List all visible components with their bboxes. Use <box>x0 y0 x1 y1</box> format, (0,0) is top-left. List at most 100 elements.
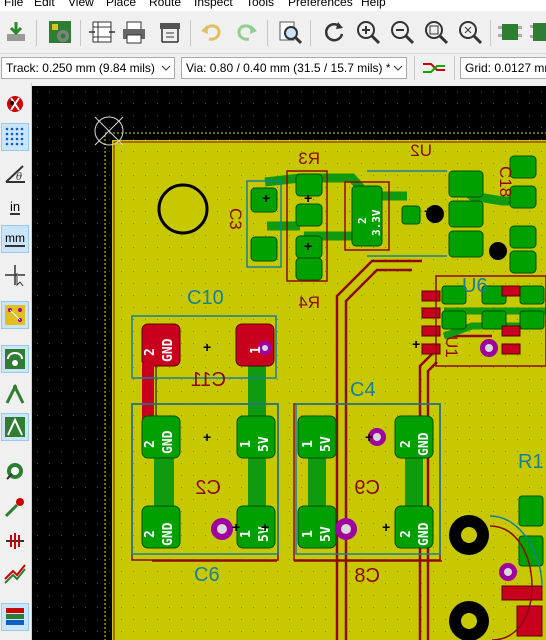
pad-label: GND <box>417 432 432 456</box>
track-width-value: Track: 0.250 mm (9.84 mils) * <box>6 61 163 75</box>
svg-text:+: + <box>382 519 390 535</box>
redo-icon[interactable] <box>232 18 260 46</box>
grid-icon[interactable] <box>1 123 29 151</box>
left-toolbar: θ in mm <box>0 83 32 640</box>
pad-label: 1 <box>239 530 254 538</box>
menu-inspect[interactable]: Inspect <box>194 0 233 9</box>
pad-label: 1 <box>301 440 316 448</box>
zoom-in-icon[interactable] <box>354 18 382 46</box>
zoom-fit-icon[interactable] <box>422 18 450 46</box>
plot-icon[interactable] <box>156 18 184 46</box>
drc-icon[interactable] <box>1 89 29 117</box>
via-display-icon[interactable] <box>1 413 29 441</box>
inch-units-icon[interactable]: in <box>1 193 29 221</box>
ref-u6: U6 <box>462 275 488 297</box>
ratsnest-icon[interactable] <box>1 301 29 329</box>
menu-file[interactable]: File <box>4 0 23 9</box>
pad-label: 2 <box>143 440 158 448</box>
svg-text:+: + <box>262 190 270 206</box>
ref-c11: C11 <box>191 369 226 391</box>
auto-track-width-icon[interactable] <box>420 54 448 82</box>
aux-toolbar: Track: 0.250 mm (9.84 mils) * Via: 0.80 … <box>0 54 546 82</box>
svg-text:+: + <box>232 519 240 535</box>
menu-tools[interactable]: Tools <box>246 0 274 9</box>
grid-select[interactable]: Grid: 0.0127 mm <box>460 57 546 79</box>
pad-label: 2 <box>143 348 158 356</box>
svg-text:+: + <box>304 190 312 206</box>
appearance-icon[interactable] <box>1 603 29 631</box>
menu-bar: File Edit View Place Route Inspect Tools… <box>0 0 546 11</box>
menu-route[interactable]: Route <box>149 0 181 9</box>
footprint-browser-icon[interactable] <box>528 18 546 46</box>
pad-label: GND <box>161 338 176 362</box>
ref-c13: C3 <box>226 208 245 230</box>
layer-manager-icon[interactable] <box>1 561 29 589</box>
print-icon[interactable] <box>120 18 148 46</box>
menu-place[interactable]: Place <box>106 0 136 9</box>
ref-c9: C9 <box>354 477 380 499</box>
svg-text:+: + <box>304 238 312 254</box>
polar-coords-icon[interactable]: θ <box>1 159 29 187</box>
chevron-down-icon <box>158 58 174 78</box>
save-icon[interactable] <box>2 18 30 46</box>
ref-r3: R3 <box>298 149 320 168</box>
ref-c10: C10 <box>187 287 224 309</box>
inch-units-label: in <box>9 198 21 215</box>
svg-text:+: + <box>261 519 269 535</box>
footprint-editor-icon[interactable] <box>496 18 524 46</box>
cursor-shape-icon[interactable] <box>1 261 29 289</box>
pad-label: GND <box>161 430 176 454</box>
menu-view[interactable]: View <box>68 0 94 9</box>
undo-icon[interactable] <box>198 18 226 46</box>
net-label: 2 <box>356 217 369 224</box>
svg-text:+: + <box>365 429 373 445</box>
svg-text:θ: θ <box>16 172 22 183</box>
high-contrast-icon[interactable] <box>1 527 29 555</box>
zoom-out-icon[interactable] <box>388 18 416 46</box>
pad-label: 2 <box>399 440 414 448</box>
menu-preferences[interactable]: Preferences <box>288 0 353 9</box>
pad-label: 2 <box>399 530 414 538</box>
menu-help[interactable]: Help <box>361 0 386 9</box>
svg-text:+: + <box>203 429 211 445</box>
chevron-down-icon <box>390 58 406 78</box>
mm-units-icon[interactable]: mm <box>1 225 29 253</box>
net-label: 3.3V <box>370 209 383 236</box>
main-toolbar <box>0 11 546 54</box>
microwave-icon[interactable] <box>1 493 29 521</box>
pcb-canvas[interactable]: 2 GND 1 2 GND 1 5V 2 GND 1 5V 1 5V 2 GND… <box>32 86 546 640</box>
pad-label: 5V <box>319 526 334 542</box>
via-size-value: Via: 0.80 / 0.40 mm (31.5 / 15.7 mils) * <box>186 61 391 75</box>
menu-edit[interactable]: Edit <box>34 0 55 9</box>
mounting-hole[interactable] <box>157 183 209 235</box>
ref-r4: R4 <box>298 293 320 312</box>
refresh-icon[interactable] <box>320 18 348 46</box>
ref-u1: U1 <box>442 336 461 358</box>
ref-u2: U2 <box>410 141 432 160</box>
pad-label: 5V <box>319 436 334 452</box>
ref-c18: C18 <box>496 166 515 197</box>
svg-text:+: + <box>424 203 432 219</box>
via-size-select[interactable]: Via: 0.80 / 0.40 mm (31.5 / 15.7 mils) * <box>181 57 407 79</box>
track-width-select[interactable]: Track: 0.250 mm (9.84 mils) * <box>1 57 175 79</box>
find-icon[interactable] <box>276 18 304 46</box>
svg-text:+: + <box>412 336 420 352</box>
ref-c4: C4 <box>350 379 376 401</box>
pad-label: 2 <box>143 530 158 538</box>
pad-label: 1 <box>239 440 254 448</box>
ref-c2: C2 <box>195 477 221 499</box>
mm-units-label: mm <box>5 230 25 247</box>
page-settings-icon[interactable] <box>88 18 116 46</box>
pad-label: GND <box>161 522 176 546</box>
ref-c8: C8 <box>354 565 380 587</box>
track-display-icon[interactable] <box>1 457 29 485</box>
zone-fill-icon[interactable] <box>1 381 29 409</box>
pad-label: 1 <box>301 530 316 538</box>
pad-label: 5V <box>257 436 272 452</box>
board-setup-icon[interactable] <box>46 18 74 46</box>
ref-r1: R1 <box>518 451 544 473</box>
pad-label: GND <box>417 522 432 546</box>
grid-dots <box>5 127 24 146</box>
local-ratsnest-icon[interactable] <box>1 345 29 373</box>
zoom-selection-icon[interactable] <box>456 18 484 46</box>
